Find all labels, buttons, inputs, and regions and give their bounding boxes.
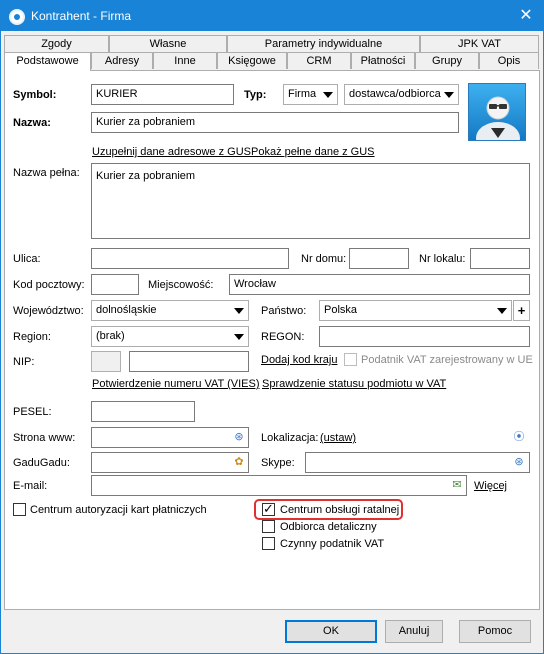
typ2-select[interactable]: dostawca/odbiorca (344, 84, 459, 105)
ok-button[interactable]: OK (285, 620, 377, 643)
plus-icon: + (517, 303, 526, 318)
ustaw-link[interactable]: (ustaw) (320, 432, 356, 444)
nazwa-label: Nazwa: (13, 117, 51, 129)
title-bar[interactable]: Kontrahent - Firma ✕ (1, 1, 543, 31)
tab-jpk-vat[interactable]: JPK VAT (420, 35, 539, 52)
chevron-down-icon (234, 334, 244, 340)
ulica-field[interactable] (91, 248, 289, 269)
nip-prefix-field (91, 351, 121, 372)
vies-link[interactable]: Potwierdzenie numeru VAT (VIES) (92, 378, 260, 390)
tab-podstawowe[interactable]: Podstawowe (4, 52, 91, 71)
chevron-down-icon (497, 308, 507, 314)
nr-lokalu-label: Nr lokalu: (419, 253, 466, 265)
chevron-down-icon (444, 92, 454, 98)
symbol-field[interactable]: KURIER (91, 84, 234, 105)
vat-ue-label: Podatnik VAT zarejestrowany w UE (361, 354, 533, 366)
person-icon (476, 96, 520, 140)
typ-select-value: Firma (288, 88, 317, 100)
nr-domu-field[interactable] (349, 248, 409, 269)
nr-domu-label: Nr domu: (301, 253, 347, 265)
wojewodztwo-select-value: dolnośląskie (96, 304, 157, 316)
vat-ue-checkbox (344, 353, 357, 366)
nr-lokalu-field[interactable] (470, 248, 530, 269)
nip-label: NIP: (13, 356, 35, 368)
miejscowosc-label: Miejscowość: (148, 279, 214, 291)
tab-crm[interactable]: CRM (287, 52, 351, 69)
gadugadu-field[interactable] (91, 452, 249, 473)
anuluj-button[interactable]: Anuluj (385, 620, 443, 643)
odbiorca-detaliczny-label: Odbiorca detaliczny (280, 521, 377, 533)
panstwo-select-value: Polska (324, 304, 358, 316)
skype-field[interactable] (305, 452, 530, 473)
skype-label: Skype: (261, 457, 295, 469)
panstwo-select[interactable]: Polska (319, 300, 512, 321)
region-select[interactable]: (brak) (91, 326, 249, 347)
wojewodztwo-label: Województwo: (13, 305, 84, 317)
nazwa-field[interactable]: Kurier za pobraniem (91, 112, 459, 133)
tab-inne[interactable]: Inne (153, 52, 217, 69)
typ-label: Typ: (244, 89, 267, 101)
skype-icon[interactable]: ⊛ (512, 455, 526, 469)
dialog-window: Kontrahent - Firma ✕ Zgody Własne Parame… (0, 0, 544, 654)
miejscowosc-field[interactable]: Wrocław (229, 274, 530, 295)
pomoc-button[interactable]: Pomoc (459, 620, 531, 643)
panstwo-label: Państwo: (261, 305, 307, 317)
czynny-vat-label: Czynny podatnik VAT (280, 538, 385, 550)
regon-label: REGON: (261, 331, 305, 343)
region-select-value: (brak) (96, 330, 125, 342)
kod-pocztowy-field[interactable] (91, 274, 139, 295)
email-label: E-mail: (13, 480, 48, 492)
czynny-vat-checkbox[interactable] (262, 537, 275, 550)
status-vat-link[interactable]: Sprawdzenie statusu podmiotu w VAT (262, 378, 446, 390)
tab-parametry[interactable]: Parametry indywidualne (227, 35, 420, 52)
map-pin-icon[interactable]: ⦿ (512, 430, 526, 444)
tab-platnosci[interactable]: Płatności (351, 52, 415, 69)
tab-adresy[interactable]: Adresy (91, 52, 153, 69)
chevron-down-icon (234, 308, 244, 314)
centrum-ratalnej-label: Centrum obsługi ratalnej (280, 504, 400, 516)
www-field[interactable] (91, 427, 249, 448)
typ-select[interactable]: Firma (283, 84, 338, 105)
ulica-label: Ulica: (13, 253, 41, 265)
odbiorca-detaliczny-checkbox[interactable] (262, 520, 275, 533)
globe-icon[interactable]: ⊛ (232, 430, 246, 444)
add-country-button[interactable]: + (513, 300, 530, 321)
typ2-select-value: dostawca/odbiorca (349, 88, 441, 100)
nazwa-pelna-textarea[interactable]: Kurier za pobraniem (91, 163, 530, 239)
wiecej-link[interactable]: Więcej (474, 480, 507, 492)
gus-full-link[interactable]: Pokaż pełne dane z GUS (251, 146, 375, 158)
dodaj-kod-kraju-link[interactable]: Dodaj kod kraju (261, 354, 337, 366)
window-title: Kontrahent - Firma (31, 9, 132, 23)
lokalizacja-label: Lokalizacja: (261, 432, 319, 444)
cakp-checkbox[interactable] (13, 503, 26, 516)
pesel-field[interactable] (91, 401, 195, 422)
gadugadu-icon[interactable]: ✿ (232, 455, 246, 469)
chevron-down-icon (323, 92, 333, 98)
wojewodztwo-select[interactable]: dolnośląskie (91, 300, 249, 321)
tab-zgody[interactable]: Zgody (4, 35, 109, 52)
centrum-ratalnej-checkbox[interactable] (262, 501, 275, 517)
www-label: Strona www: (13, 432, 76, 444)
send-email-icon[interactable]: ✉ (450, 478, 464, 492)
tab-grupy[interactable]: Grupy (415, 52, 479, 69)
regon-field[interactable] (319, 326, 530, 347)
nazwa-pelna-label: Nazwa pełna: (13, 167, 80, 179)
app-icon (9, 9, 25, 25)
cakp-label: Centrum autoryzacji kart płatniczych (30, 504, 207, 516)
close-icon[interactable]: ✕ (509, 1, 543, 31)
kod-pocztowy-label: Kod pocztowy: (13, 279, 85, 291)
tab-opis[interactable]: Opis (479, 52, 539, 69)
gus-fill-link[interactable]: Uzupełnij dane adresowe z GUS (92, 146, 251, 158)
avatar[interactable] (468, 83, 526, 141)
nip-field[interactable] (129, 351, 249, 372)
symbol-label: Symbol: (13, 89, 57, 101)
pesel-label: PESEL: (13, 406, 52, 418)
gadugadu-label: GaduGadu: (13, 457, 70, 469)
email-field[interactable] (91, 475, 467, 496)
tab-ksiegowe[interactable]: Księgowe (217, 52, 287, 69)
tab-wlasne[interactable]: Własne (109, 35, 227, 52)
region-label: Region: (13, 331, 51, 343)
